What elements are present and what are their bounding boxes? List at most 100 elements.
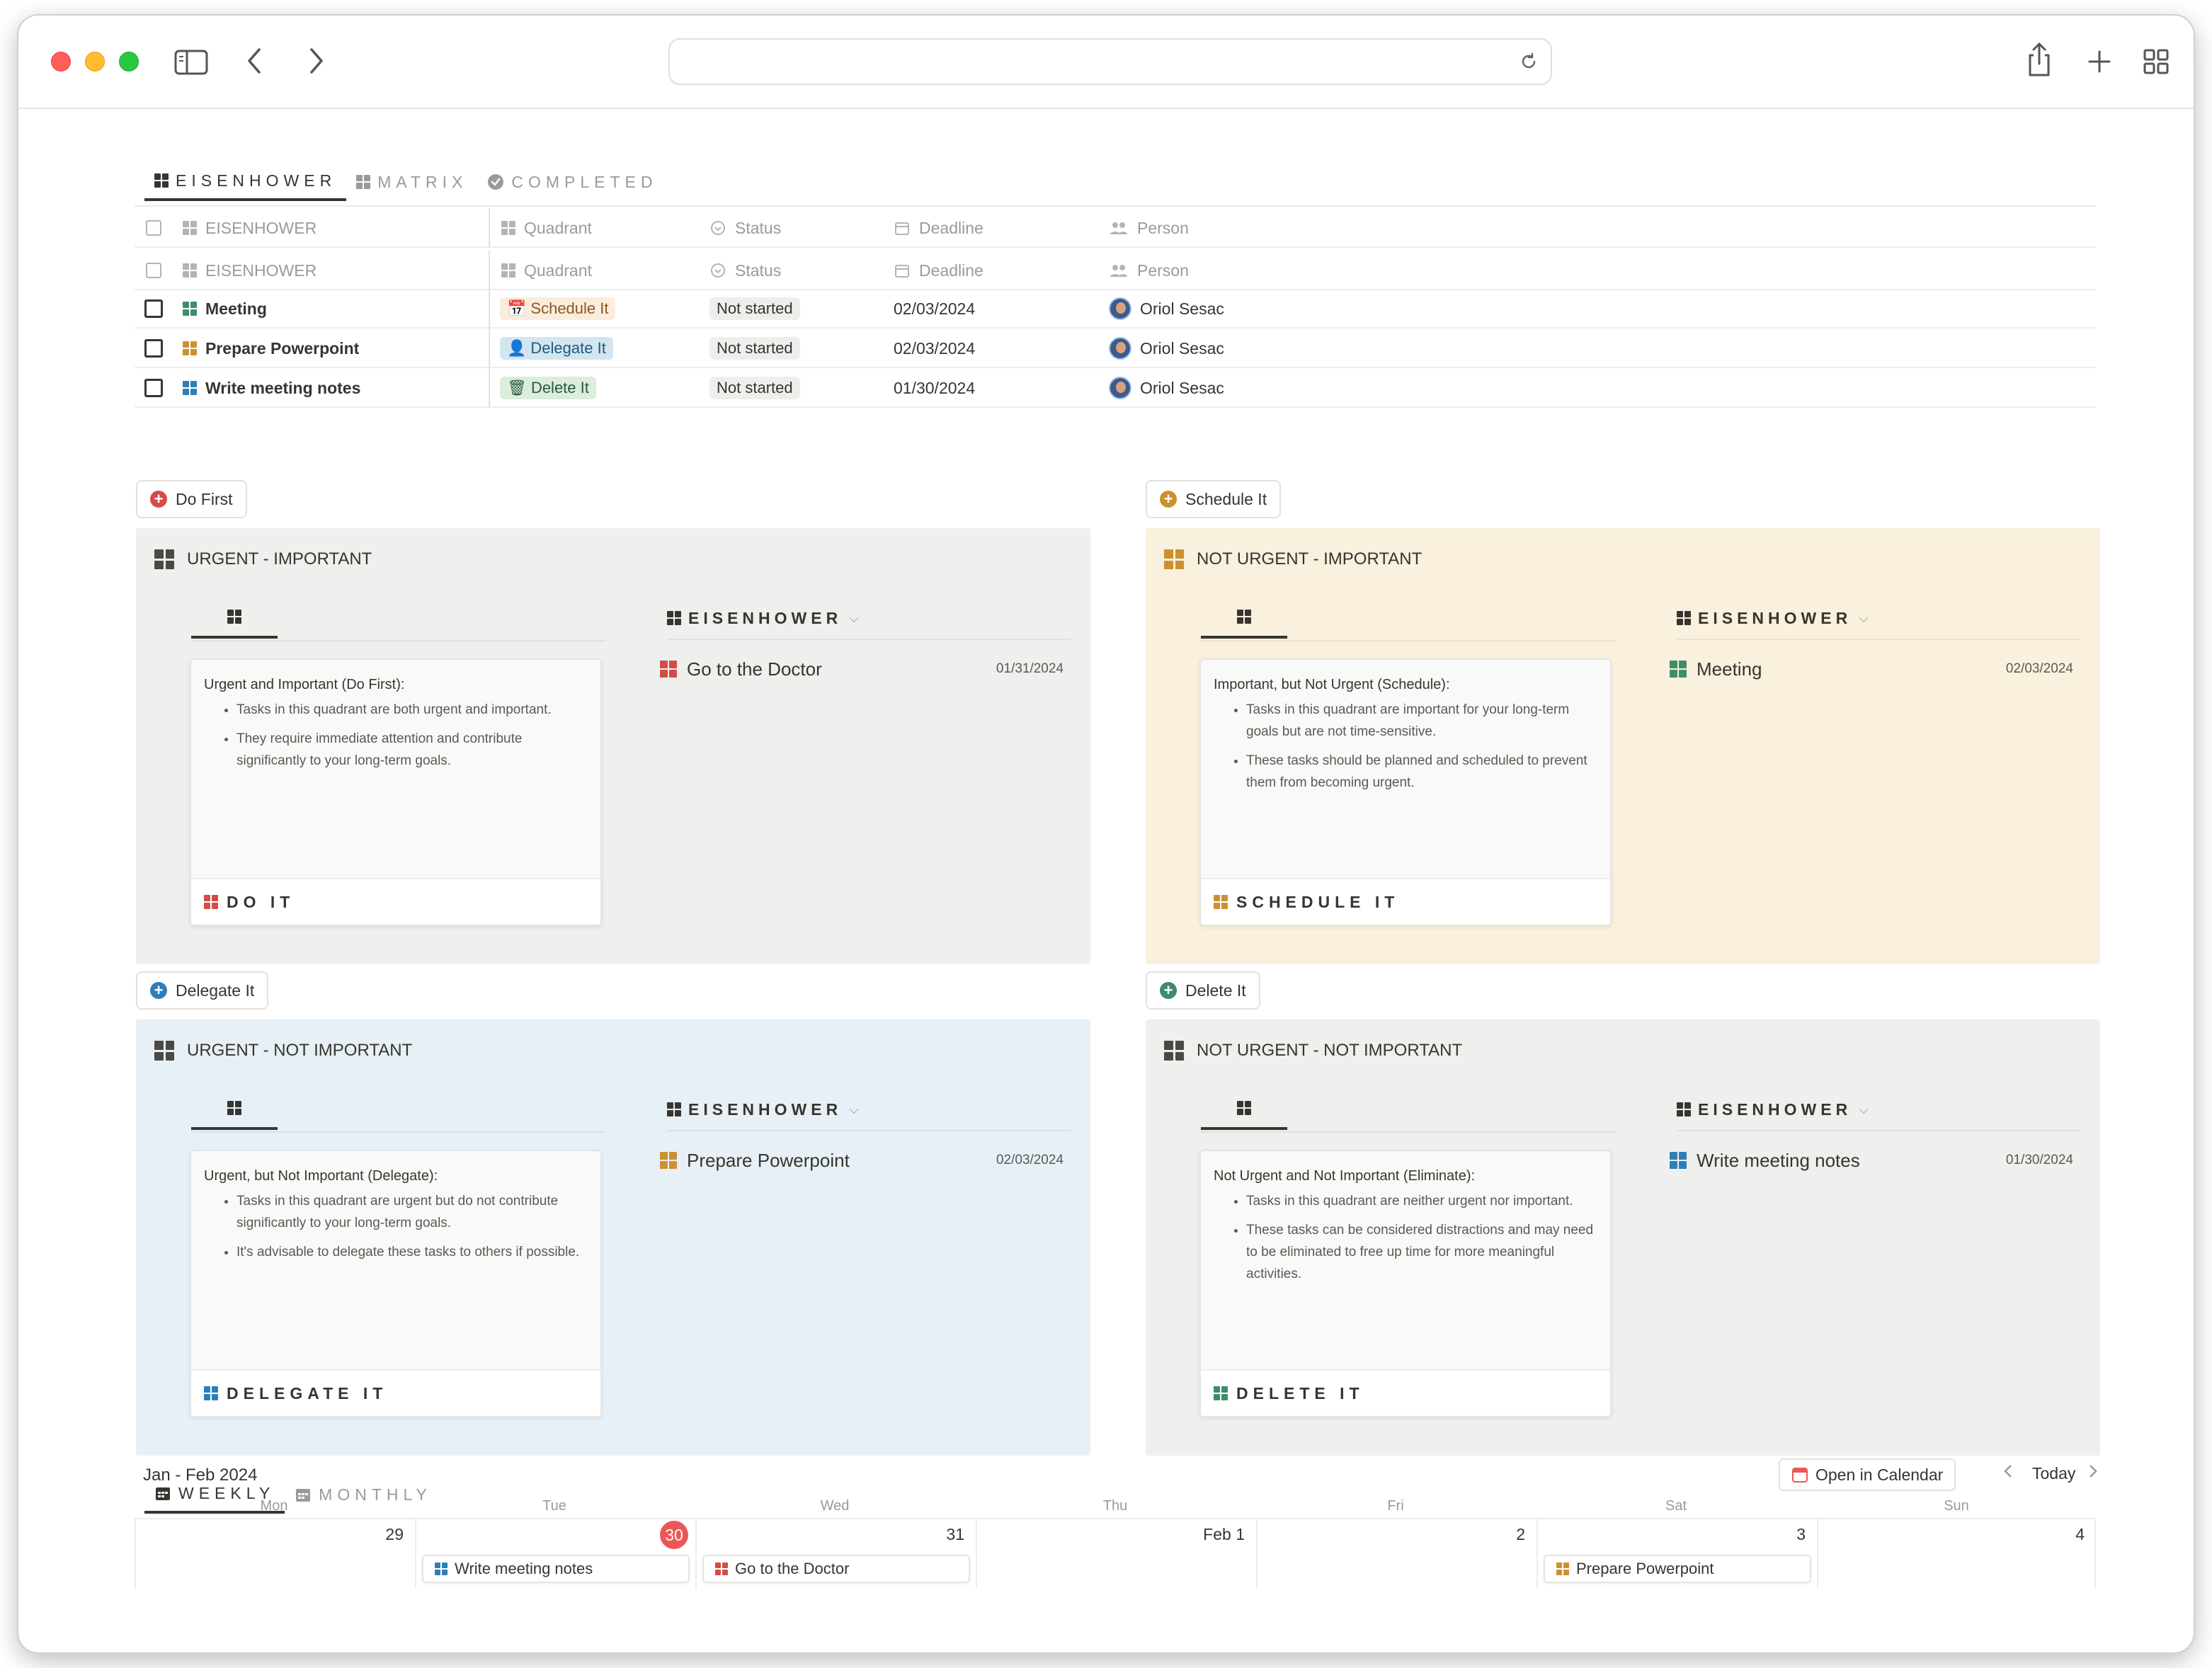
sidebar-icon[interactable]: [174, 48, 208, 76]
row-checkbox[interactable]: [144, 289, 163, 329]
share-icon[interactable]: [2025, 41, 2053, 78]
calendar-day[interactable]: 3 Prepare Powerpoint: [1537, 1518, 1815, 1589]
calendar-event[interactable]: Go to the Doctor: [702, 1555, 970, 1583]
header-name[interactable]: EISENHOWER: [183, 251, 317, 290]
row-deadline[interactable]: 02/03/2024: [894, 329, 975, 368]
table-row[interactable]: Write meeting notes 🗑 Delete It Not start…: [135, 368, 2096, 408]
delete-it-button[interactable]: + Delete It: [1146, 971, 1260, 1010]
calendar-day[interactable]: Feb 1: [976, 1518, 1255, 1589]
info-card[interactable]: Not Urgent and Not Important (Eliminate)…: [1199, 1150, 1612, 1417]
view-label: EISENHOWER: [688, 608, 843, 627]
row-quadrant[interactable]: 🗑 Delete It: [500, 368, 596, 408]
quadrant-title: NOT URGENT - NOT IMPORTANT: [1164, 1041, 1462, 1061]
calendar-day[interactable]: 29: [135, 1518, 414, 1589]
gallery-view-tab[interactable]: [191, 1089, 278, 1130]
checkbox-icon[interactable]: [144, 379, 163, 397]
row-deadline[interactable]: 01/30/2024: [894, 368, 975, 408]
divider: [191, 640, 606, 641]
table-row[interactable]: Meeting 📅 Schedule It Not started 02/03/2…: [135, 289, 2096, 329]
tab-matrix[interactable]: MATRIX: [346, 163, 477, 201]
close-window-button[interactable]: [51, 52, 71, 72]
grid-icon: [667, 611, 681, 625]
schedule-it-button[interactable]: + Schedule It: [1146, 480, 1282, 518]
new-tab-icon[interactable]: [2087, 50, 2111, 74]
calendar-day[interactable]: 4: [1817, 1518, 2096, 1589]
calendar-event[interactable]: Prepare Powerpoint: [1544, 1555, 1811, 1583]
tab-eisenhower[interactable]: EISENHOWER: [144, 163, 347, 201]
delegate-it-button[interactable]: + Delegate It: [136, 971, 269, 1010]
tab-completed[interactable]: COMPLETED: [477, 163, 667, 201]
divider: [1201, 1131, 1616, 1133]
card-footer: DELEGATE IT: [191, 1369, 600, 1416]
tab-label: EISENHOWER: [176, 171, 337, 190]
next-week-button[interactable]: [2087, 1463, 2099, 1480]
row-name[interactable]: Write meeting notes: [183, 368, 360, 408]
row-status[interactable]: Not started: [709, 289, 800, 329]
chevron-down-icon[interactable]: ⌵: [849, 611, 859, 626]
row-name[interactable]: Meeting: [183, 289, 267, 329]
header-person[interactable]: Person: [1109, 208, 1189, 248]
linked-view-tab[interactable]: EISENHOWER ⌵: [667, 1089, 1071, 1131]
header-deadline[interactable]: Deadline: [894, 208, 984, 248]
row-quadrant[interactable]: 👤 Delegate It: [500, 329, 613, 368]
header-person[interactable]: Person: [1109, 251, 1189, 290]
grid-icon: [154, 173, 169, 188]
calendar-day[interactable]: 30 Write meeting notes: [415, 1518, 694, 1589]
event-title: Go to the Doctor: [735, 1560, 850, 1577]
gallery-view-tab[interactable]: [1201, 598, 1287, 639]
header-name[interactable]: EISENHOWER: [183, 208, 317, 248]
list-item[interactable]: Meeting 02/03/2024: [1670, 651, 2080, 687]
plus-icon: +: [1160, 982, 1177, 999]
grid-icon: [1214, 1386, 1228, 1400]
back-arrow-icon[interactable]: [244, 47, 265, 75]
chevron-down-icon[interactable]: ⌵: [849, 1102, 859, 1117]
row-deadline[interactable]: 02/03/2024: [894, 289, 975, 329]
list-item[interactable]: Go to the Doctor 01/31/2024: [660, 651, 1071, 687]
row-person[interactable]: Oriol Sesac: [1109, 368, 1224, 408]
header-deadline[interactable]: Deadline: [894, 251, 984, 290]
row-checkbox[interactable]: [144, 368, 163, 408]
row-checkbox[interactable]: [144, 329, 163, 368]
tab-overview-icon[interactable]: [2143, 48, 2170, 75]
checkbox-icon[interactable]: [144, 299, 163, 318]
linked-view-tab[interactable]: EISENHOWER ⌵: [1677, 598, 2080, 640]
reload-icon[interactable]: [1518, 51, 1539, 72]
linked-view-tab[interactable]: EISENHOWER ⌵: [667, 598, 1071, 640]
info-card[interactable]: Important, but Not Urgent (Schedule): Ta…: [1199, 658, 1612, 926]
row-quadrant[interactable]: 📅 Schedule It: [500, 289, 616, 329]
info-card[interactable]: Urgent and Important (Do First): Tasks i…: [190, 658, 602, 926]
gallery-view-tab[interactable]: [191, 598, 278, 639]
maximize-window-button[interactable]: [119, 52, 139, 72]
header-quadrant[interactable]: Quadrant: [501, 251, 592, 290]
list-item[interactable]: Prepare Powerpoint 02/03/2024: [660, 1143, 1071, 1178]
grid-icon: [1214, 895, 1228, 909]
row-person[interactable]: Oriol Sesac: [1109, 289, 1224, 329]
previous-week-button[interactable]: [2002, 1463, 2014, 1480]
calendar-day[interactable]: 2: [1256, 1518, 1535, 1589]
row-person[interactable]: Oriol Sesac: [1109, 329, 1224, 368]
chevron-down-icon[interactable]: ⌵: [1859, 611, 1869, 626]
list-item[interactable]: Write meeting notes 01/30/2024: [1670, 1143, 2080, 1178]
grid-icon: [183, 302, 197, 316]
calendar-event[interactable]: Write meeting notes: [422, 1555, 690, 1583]
address-bar[interactable]: [668, 38, 1552, 85]
header-status[interactable]: Status: [709, 208, 781, 248]
info-card[interactable]: Urgent, but Not Important (Delegate): Ta…: [190, 1150, 602, 1417]
do-first-button[interactable]: + Do First: [136, 480, 247, 518]
chevron-down-icon[interactable]: ⌵: [1859, 1102, 1869, 1117]
open-in-calendar-button[interactable]: Open in Calendar: [1779, 1458, 1956, 1491]
row-name[interactable]: Prepare Powerpoint: [183, 329, 359, 368]
forward-arrow-icon[interactable]: [306, 47, 327, 75]
table-row[interactable]: Prepare Powerpoint 👤 Delegate It Not star…: [135, 329, 2096, 368]
gallery-view-tab[interactable]: [1201, 1089, 1287, 1130]
card-heading: Urgent, but Not Important (Delegate):: [204, 1168, 438, 1184]
row-status[interactable]: Not started: [709, 368, 800, 408]
calendar-day[interactable]: 31 Go to the Doctor: [695, 1518, 974, 1589]
today-button[interactable]: Today: [2032, 1464, 2075, 1483]
checkbox-icon[interactable]: [144, 339, 163, 358]
row-status[interactable]: Not started: [709, 329, 800, 368]
linked-view-tab[interactable]: EISENHOWER ⌵: [1677, 1089, 2080, 1131]
minimize-window-button[interactable]: [85, 52, 105, 72]
header-quadrant[interactable]: Quadrant: [501, 208, 592, 248]
header-status[interactable]: Status: [709, 251, 781, 290]
